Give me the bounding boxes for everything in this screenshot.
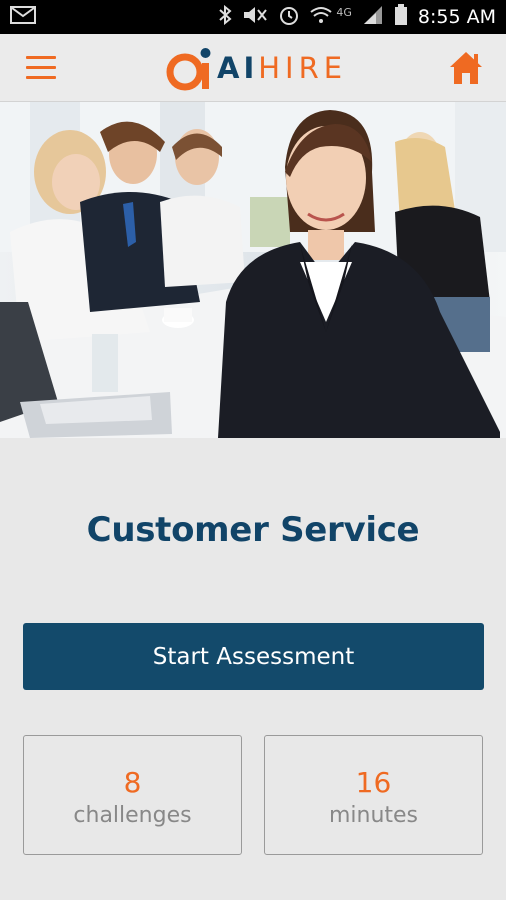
stat-label: minutes xyxy=(328,803,419,828)
wifi-icon xyxy=(310,6,332,29)
hero-image xyxy=(0,102,506,438)
gmail-icon xyxy=(10,5,36,29)
stat-value: 16 xyxy=(355,766,392,799)
app-bar: AIHIRE xyxy=(0,34,506,102)
app-logo: AIHIRE xyxy=(165,44,347,92)
start-assessment-button[interactable]: Start Assessment xyxy=(23,623,484,690)
logo-ai-text: AI xyxy=(217,51,259,85)
stat-label: challenges xyxy=(73,803,192,828)
alarm-icon xyxy=(278,4,300,31)
network-label: 4G xyxy=(336,5,352,19)
menu-icon[interactable] xyxy=(26,56,56,79)
battery-icon xyxy=(394,3,408,31)
page-title: Customer Service xyxy=(86,510,420,550)
logo-hire-text: HIRE xyxy=(258,51,348,85)
stat-minutes: 16 minutes xyxy=(264,735,483,855)
home-icon[interactable] xyxy=(448,50,484,86)
stat-value: 8 xyxy=(123,766,142,799)
logo-mark-icon xyxy=(166,48,211,91)
status-bar: 4G 8:55 AM xyxy=(0,0,506,34)
stat-challenges: 8 challenges xyxy=(23,735,242,855)
logo-wordmark: AIHIRE xyxy=(217,51,347,85)
signal-icon xyxy=(362,5,384,30)
status-time: 8:55 AM xyxy=(417,6,496,28)
mute-icon xyxy=(242,5,268,30)
bluetooth-icon xyxy=(218,4,232,30)
